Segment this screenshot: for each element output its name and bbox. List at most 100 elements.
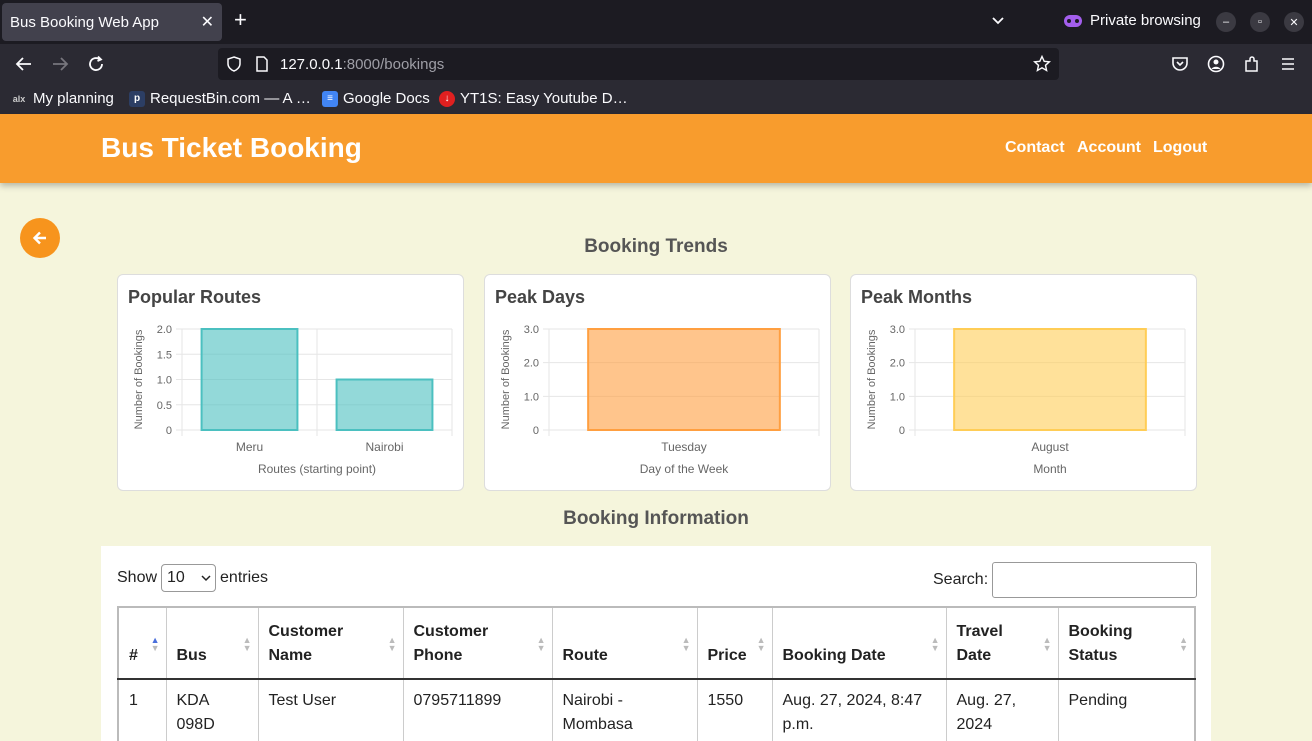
bar xyxy=(953,328,1147,431)
x-tick-label: Tuesday xyxy=(661,440,707,454)
browser-tab[interactable]: Bus Booking Web App ✕ xyxy=(2,3,222,41)
search-label: Search: xyxy=(933,571,989,588)
bookmark-item[interactable]: ≡ Google Docs xyxy=(322,90,430,107)
column-header[interactable]: Booking Status ▲ ▼ xyxy=(1057,606,1196,680)
sort-arrows-icon: ▲ ▼ xyxy=(387,635,397,653)
alx-icon: alx xyxy=(12,93,26,104)
y-axis-label: Number of Bookings xyxy=(133,329,145,429)
column-header[interactable]: # ▲ ▼ xyxy=(117,606,167,680)
site-brand[interactable]: Bus Ticket Booking xyxy=(101,132,362,164)
bookmark-item[interactable]: p RequestBin.com — A … xyxy=(129,90,311,107)
column-header-label: Route xyxy=(562,647,608,664)
bookings-table: # ▲ ▼ Bus ▲ ▼ Customer Name ▲ ▼ Customer Phone ▲ ▼ R… xyxy=(117,606,1196,741)
table-cell: Aug. 27, 2024 xyxy=(945,679,1059,741)
column-header[interactable]: Booking Date ▲ ▼ xyxy=(771,606,947,680)
x-tick-label: Nairobi xyxy=(365,440,403,454)
entries-label: entries xyxy=(220,569,269,586)
column-header[interactable]: Travel Date ▲ ▼ xyxy=(945,606,1059,680)
show-label: Show xyxy=(117,569,158,586)
column-header[interactable]: Customer Name ▲ ▼ xyxy=(257,606,404,680)
account-icon[interactable] xyxy=(1206,54,1226,74)
y-tick-label: 0 xyxy=(533,425,539,437)
sort-arrows-icon: ▲ ▼ xyxy=(242,635,252,653)
nav-logout-link[interactable]: Logout xyxy=(1153,139,1207,157)
url-text[interactable]: 127.0.0.1:8000/bookings xyxy=(280,56,444,73)
extensions-icon[interactable] xyxy=(1242,54,1262,74)
y-tick-label: 3.0 xyxy=(890,324,905,336)
sort-arrows-icon: ▲ ▼ xyxy=(536,635,546,653)
bookings-table-panel: Show 10 entries Search: # ▲ ▼ Bus ▲ ▼ Customer… xyxy=(101,546,1211,741)
nav-contact-link[interactable]: Contact xyxy=(1005,139,1065,157)
sort-arrows-icon: ▲ ▼ xyxy=(681,635,691,653)
address-bar[interactable]: 127.0.0.1:8000/bookings xyxy=(218,48,1059,80)
column-header-label: # xyxy=(129,647,138,664)
page-icon[interactable] xyxy=(252,54,272,74)
sort-arrows-icon: ▲ ▼ xyxy=(756,635,766,653)
close-window-icon[interactable]: ✕ xyxy=(1284,12,1304,32)
y-tick-label: 2.0 xyxy=(157,324,172,336)
reload-icon[interactable] xyxy=(86,54,106,74)
sort-arrows-icon: ▲ ▼ xyxy=(1042,635,1052,653)
x-tick-label: August xyxy=(1031,440,1069,454)
private-browsing-indicator: Private browsing xyxy=(1064,12,1201,29)
bookmark-star-icon[interactable] xyxy=(1032,54,1052,74)
restore-icon[interactable]: ▫ xyxy=(1250,12,1270,32)
table-header-row: # ▲ ▼ Bus ▲ ▼ Customer Name ▲ ▼ Customer Phone ▲ ▼ R… xyxy=(117,606,1196,680)
popular-routes-chart: 0 0.5 1.0 1.5 2.0 Meru Nairobi Routes (starting… xyxy=(133,324,453,476)
table-body: 1 KDA 098D Test User 0795711899 Nairobi - Mo… xyxy=(117,679,1196,741)
table-cell: 1 xyxy=(117,679,167,741)
entries-length-control: Show 10 entries xyxy=(117,564,268,592)
table-cell: Pending xyxy=(1057,679,1196,741)
minimize-icon[interactable]: – xyxy=(1216,12,1236,32)
forward-arrow-icon[interactable] xyxy=(50,54,70,74)
column-header-label: Price xyxy=(707,647,747,664)
column-header-label: Booking Status xyxy=(1068,623,1133,664)
y-tick-label: 2.0 xyxy=(890,358,905,370)
entries-value: 10 xyxy=(167,569,185,586)
url-path: :8000/bookings xyxy=(342,56,445,73)
yt1s-icon: ↓ xyxy=(439,90,455,107)
column-header[interactable]: Bus ▲ ▼ xyxy=(165,606,259,680)
chart-card: Peak Days 0 1.0 2.0 3.0 Tuesday Day of the We… xyxy=(484,274,831,491)
private-browsing-label: Private browsing xyxy=(1090,12,1201,29)
nav-account-link[interactable]: Account xyxy=(1077,139,1141,157)
shield-icon[interactable] xyxy=(224,54,244,74)
pocket-icon[interactable] xyxy=(1170,54,1190,74)
y-tick-label: 1.0 xyxy=(524,391,539,403)
bar xyxy=(335,378,434,431)
table-cell: 0795711899 xyxy=(402,679,553,741)
close-tab-icon[interactable]: ✕ xyxy=(201,12,214,32)
new-tab-icon[interactable]: + xyxy=(234,9,247,31)
y-axis-label: Number of Bookings xyxy=(866,329,878,429)
requestbin-icon: p xyxy=(129,90,145,107)
table-row: 1 KDA 098D Test User 0795711899 Nairobi - Mo… xyxy=(117,679,1196,741)
bar xyxy=(587,328,781,431)
bookmark-label: RequestBin.com — A … xyxy=(150,90,311,107)
x-axis-label: Routes (starting point) xyxy=(258,462,376,476)
sort-arrows-icon: ▲ ▼ xyxy=(1179,635,1188,653)
entries-select[interactable]: 10 xyxy=(161,564,217,592)
table-search: Search: xyxy=(933,562,1198,598)
search-input[interactable] xyxy=(992,562,1198,598)
x-axis-label: Month xyxy=(1033,462,1066,476)
site-header: Bus Ticket Booking Contact Account Logou… xyxy=(0,114,1312,183)
column-header[interactable]: Route ▲ ▼ xyxy=(551,606,698,680)
bookmarks-bar: alx My planning p RequestBin.com — A … ≡… xyxy=(0,84,1312,114)
list-tabs-icon[interactable] xyxy=(990,12,1006,33)
column-header[interactable]: Price ▲ ▼ xyxy=(696,606,773,680)
x-axis-label: Day of the Week xyxy=(640,462,729,476)
y-tick-label: 2.0 xyxy=(524,358,539,370)
y-tick-label: 1.5 xyxy=(157,349,172,361)
google-docs-icon: ≡ xyxy=(322,90,338,107)
y-axis-label: Number of Bookings xyxy=(500,329,512,429)
menu-icon[interactable] xyxy=(1278,54,1298,74)
back-arrow-icon[interactable] xyxy=(14,54,34,74)
y-tick-label: 1.0 xyxy=(157,375,172,387)
browser-nav-bar: 127.0.0.1:8000/bookings xyxy=(0,44,1312,84)
peak-months-chart: 0 1.0 2.0 3.0 August Month Number of Bookings xyxy=(866,324,1186,476)
column-header-label: Travel Date xyxy=(956,623,1003,664)
y-tick-label: 1.0 xyxy=(890,391,905,403)
column-header[interactable]: Customer Phone ▲ ▼ xyxy=(402,606,553,680)
bookmark-item[interactable]: alx My planning xyxy=(10,90,114,107)
bookmark-item[interactable]: ↓ YT1S: Easy Youtube D… xyxy=(439,90,628,107)
